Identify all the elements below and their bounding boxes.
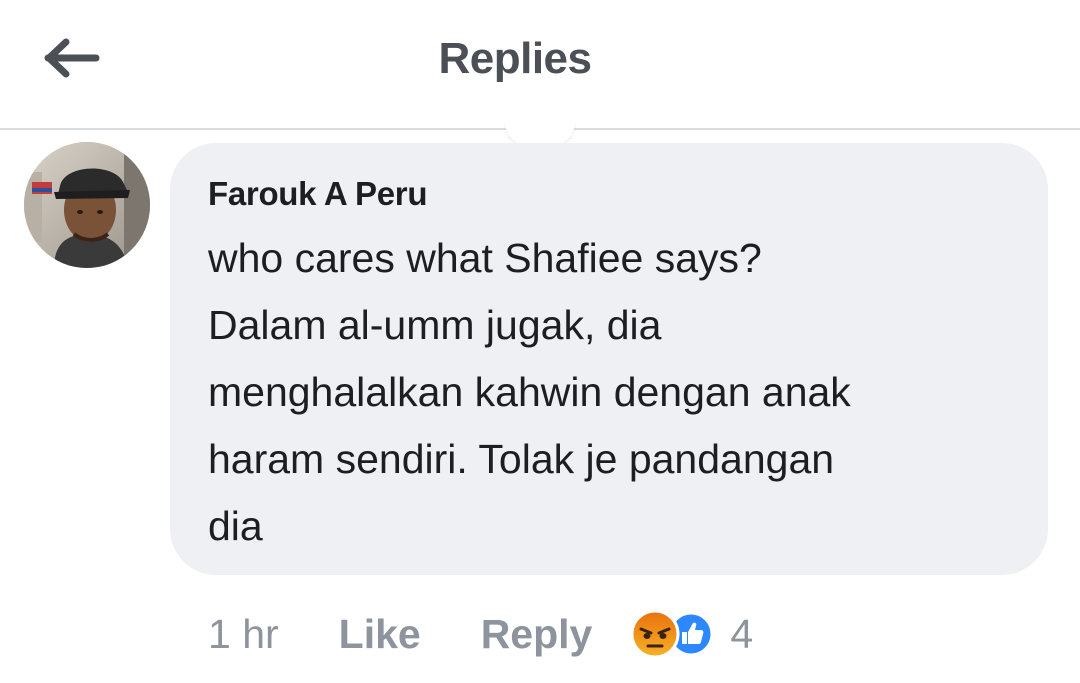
reactions-summary[interactable]: 4 bbox=[630, 608, 753, 660]
comment-author[interactable]: Farouk A Peru bbox=[208, 175, 428, 213]
comment-bubble[interactable]: Farouk A Peru who cares what Shafiee say… bbox=[170, 143, 1048, 575]
profile-photo bbox=[24, 142, 150, 268]
comment-actions: 1 hr Like Reply 4 bbox=[208, 604, 753, 664]
reaction-count: 4 bbox=[730, 610, 754, 657]
reply-button[interactable]: Reply bbox=[481, 611, 593, 658]
avatar[interactable] bbox=[24, 142, 150, 268]
top-bar: Replies bbox=[0, 0, 1080, 130]
reaction-icons bbox=[630, 608, 716, 660]
page-title: Replies bbox=[438, 34, 592, 83]
like-button[interactable]: Like bbox=[339, 611, 421, 658]
comment-timestamp[interactable]: 1 hr bbox=[208, 611, 279, 658]
angry-reaction-icon bbox=[630, 609, 680, 659]
comment-text: who cares what Shafiee says? Dalam al-um… bbox=[208, 235, 851, 549]
